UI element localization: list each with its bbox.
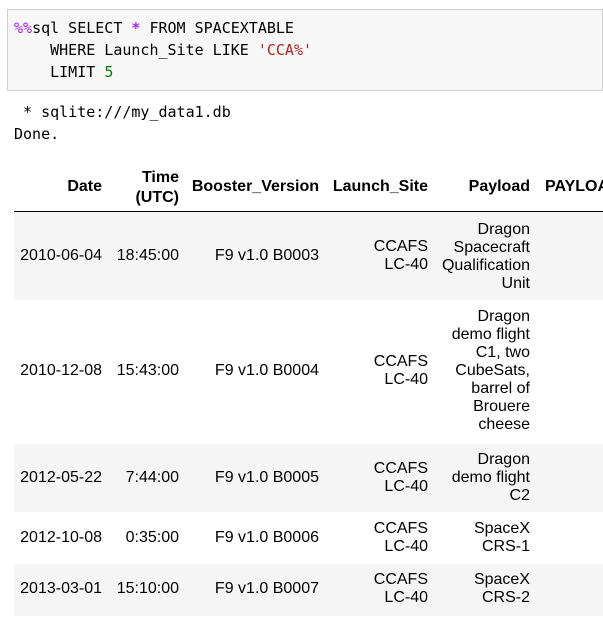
- cell-date: 2012-10-08: [20, 529, 102, 546]
- cell-payload-line: Qualification: [441, 257, 530, 274]
- cell-time: 7:44:00: [125, 469, 179, 486]
- cell-payload-line: Dragon: [477, 451, 530, 468]
- cell-payload-line: Dragon: [477, 221, 530, 238]
- cell-time: 0:35:00: [125, 529, 179, 546]
- cell-booster-version: F9 v1.0 B0004: [214, 362, 319, 379]
- cell-payload-line: Unit: [501, 275, 530, 292]
- cell-launch-site-line: LC-40: [384, 371, 428, 388]
- code-text: WHERE Launch_Site LIKE: [14, 41, 258, 59]
- code-text: sql SELECT: [32, 19, 132, 37]
- cell-date: 2013-03-01: [20, 580, 102, 597]
- cell-payload-line: Brouere: [473, 398, 530, 415]
- cell-payload: SpaceX CRS-1: [434, 520, 530, 556]
- cell-payload-line: barrel of: [471, 380, 530, 397]
- cell-payload-line: cheese: [478, 416, 530, 433]
- cell-booster-version: F9 v1.0 B0007: [214, 580, 319, 597]
- cell-payload: SpaceX CRS-2: [434, 571, 530, 607]
- table-row: 2013-03-01 15:10:00 F9 v1.0 B0007 CCAFS …: [14, 564, 603, 616]
- cell-launch-site: CCAFS LC-40: [324, 571, 428, 607]
- cell-payload: Dragon demo flight C1, two CubeSats, bar…: [434, 308, 530, 434]
- header-payload-mass: PAYLOAD_MASS__KG_: [545, 178, 603, 195]
- cell-date: 2010-12-08: [20, 362, 102, 379]
- cell-payload: Dragon Spacecraft Qualification Unit: [434, 221, 530, 293]
- header-booster-version: Booster_Version: [191, 178, 319, 195]
- cell-payload-line: demo flight: [451, 326, 530, 343]
- cell-launch-site-line: LC-40: [384, 538, 428, 555]
- cell-launch-site-line: CCAFS: [373, 238, 428, 255]
- cell-payload-line: demo flight: [451, 469, 530, 486]
- cell-payload-line: CRS-2: [481, 589, 530, 606]
- cell-launch-site-line: LC-40: [384, 478, 428, 495]
- cell-payload-line: CRS-1: [481, 538, 530, 555]
- cell-time: 15:10:00: [116, 580, 179, 597]
- table-row: 2010-12-08 15:43:00 F9 v1.0 B0004 CCAFS …: [14, 300, 603, 444]
- table-row: 2012-05-22 7:44:00 F9 v1.0 B0005 CCAFS L…: [14, 444, 603, 512]
- header-time-line1: Time: [141, 169, 179, 186]
- cell-time: 15:43:00: [116, 362, 179, 379]
- cell-time: 18:45:00: [116, 247, 179, 264]
- cell-launch-site: CCAFS LC-40: [324, 460, 428, 496]
- cell-launch-site-line: CCAFS: [373, 520, 428, 537]
- cell-booster-version: F9 v1.0 B0006: [214, 529, 319, 546]
- code-line-1: %%sql SELECT * FROM SPACEXTABLE: [14, 19, 294, 37]
- code-number: 5: [104, 63, 114, 81]
- status-line: Done.: [14, 125, 60, 143]
- header-time-line2: (UTC): [135, 189, 179, 206]
- cell-launch-site: CCAFS LC-40: [324, 238, 428, 274]
- cell-payload-line: C2: [509, 487, 530, 504]
- connection-line: * sqlite:///my_data1.db: [14, 103, 231, 121]
- cell-date: 2010-06-04: [20, 247, 102, 264]
- cell-payload-line: C1, two: [475, 344, 530, 361]
- cell-payload-line: Spacecraft: [453, 239, 530, 256]
- cell-payload: Dragon demo flight C2: [434, 451, 530, 505]
- cell-launch-site: CCAFS LC-40: [324, 353, 428, 389]
- code-line-3: LIMIT 5: [14, 63, 113, 81]
- header-payload: Payload: [468, 178, 530, 195]
- header-date: Date: [67, 178, 102, 195]
- code-text: FROM SPACEXTABLE: [140, 19, 294, 37]
- magic-prefix: %%: [14, 19, 33, 37]
- cell-date: 2012-05-22: [20, 469, 102, 486]
- header-launch-site: Launch_Site: [332, 178, 428, 195]
- cell-booster-version: F9 v1.0 B0005: [214, 469, 319, 486]
- code-string: 'CCA%': [257, 41, 313, 59]
- cell-launch-site-line: LC-40: [384, 589, 428, 606]
- code-text: LIMIT: [14, 63, 105, 81]
- results-table: Date Time (UTC) Booster_Version Launch_S…: [14, 160, 603, 620]
- header-time: Time (UTC): [114, 168, 179, 208]
- cell-launch-site-line: CCAFS: [373, 571, 428, 588]
- table-row: 2012-10-08 0:35:00 F9 v1.0 B0006 CCAFS L…: [14, 512, 603, 564]
- table-row: 2010-06-04 18:45:00 F9 v1.0 B0003 CCAFS …: [14, 212, 603, 300]
- cell-payload-line: SpaceX: [473, 520, 530, 537]
- cell-payload-line: Dragon: [477, 308, 530, 325]
- code-line-2: WHERE Launch_Site LIKE 'CCA%': [14, 41, 312, 59]
- cell-launch-site-line: LC-40: [384, 256, 428, 273]
- cell-launch-site-line: CCAFS: [373, 460, 428, 477]
- cell-payload-line: SpaceX: [473, 571, 530, 588]
- cell-launch-site: CCAFS LC-40: [324, 520, 428, 556]
- sql-code-cell[interactable]: %%sql SELECT * FROM SPACEXTABLE WHERE La…: [7, 9, 603, 91]
- cell-payload-line: CubeSats,: [455, 362, 530, 379]
- cell-booster-version: F9 v1.0 B0003: [214, 247, 319, 264]
- cell-launch-site-line: CCAFS: [373, 353, 428, 370]
